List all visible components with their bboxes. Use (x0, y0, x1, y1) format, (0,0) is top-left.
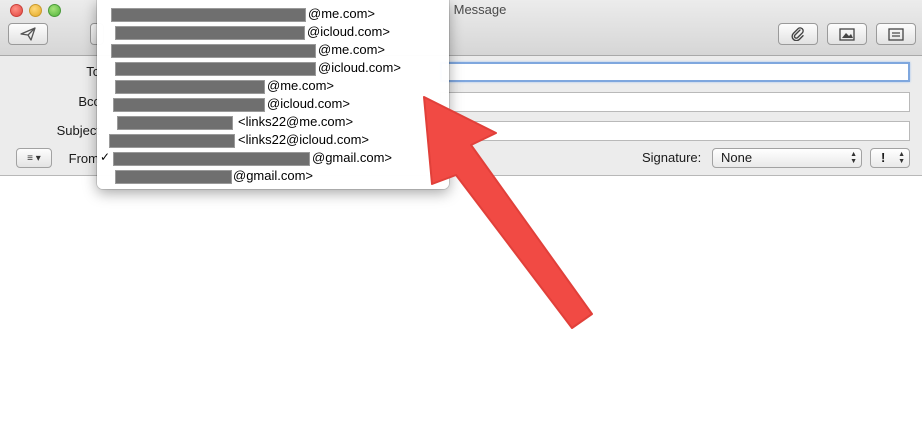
stepper-arrows-icon: ▲ ▼ (850, 151, 857, 165)
photo-browser-icon (839, 27, 855, 41)
bcc-field[interactable] (440, 92, 910, 112)
close-window-button[interactable] (10, 4, 23, 17)
redaction-block (115, 26, 305, 40)
redaction-block (111, 8, 306, 22)
redaction-block (111, 44, 316, 58)
from-menu-item[interactable]: @me.com> (97, 77, 449, 95)
from-menu-item[interactable]: @icloud.com> (97, 59, 449, 77)
paper-plane-icon (20, 27, 36, 41)
from-menu-item[interactable]: @icloud.com> (97, 95, 449, 113)
redaction-block (109, 134, 235, 148)
paperclip-icon (791, 27, 805, 41)
checkmark-icon: ✓ (100, 150, 111, 164)
send-button[interactable] (8, 23, 48, 45)
from-account-menu: @me.com> @icloud.com> @me.com> @icloud.c… (97, 0, 449, 189)
format-bar-icon (888, 27, 904, 41)
from-menu-item[interactable]: <links22@me.com> (97, 113, 449, 131)
redaction-block (115, 170, 232, 184)
signature-label: Signature: (642, 150, 702, 165)
bcc-label: Bcc (78, 94, 100, 109)
from-menu-item[interactable]: @me.com> (97, 41, 449, 59)
from-menu-item-selected[interactable]: ✓ @gmail.com> (97, 149, 449, 167)
from-menu-item[interactable]: @icloud.com> (97, 23, 449, 41)
from-menu-item[interactable]: @me.com> (97, 5, 449, 23)
header-fields-popup[interactable]: ≡ ▾ (16, 148, 52, 168)
signature-select[interactable]: None ▲ ▼ (712, 148, 862, 168)
priority-select[interactable]: ! ▲ ▼ (870, 148, 910, 168)
photo-browser-button[interactable] (827, 23, 867, 45)
minimize-window-button[interactable] (29, 4, 42, 17)
priority-value: ! (881, 150, 886, 165)
zoom-window-button[interactable] (48, 4, 61, 17)
redaction-block (113, 98, 265, 112)
redaction-block (115, 80, 265, 94)
subject-field[interactable] (440, 121, 910, 141)
message-body[interactable] (0, 177, 922, 448)
signature-value: None (721, 150, 753, 165)
to-label: To (86, 64, 100, 79)
redaction-block (115, 62, 316, 76)
attach-button[interactable] (778, 23, 818, 45)
from-label: From (68, 151, 99, 166)
from-menu-item[interactable]: <links22@icloud.com> (97, 131, 449, 149)
from-menu-item[interactable]: @gmail.com> (97, 167, 449, 185)
redaction-block (117, 116, 233, 130)
to-field[interactable] (440, 62, 910, 82)
stepper-arrows-icon: ▲ ▼ (898, 151, 905, 165)
redaction-block (113, 152, 310, 166)
subject-label: Subject (56, 123, 100, 138)
format-bar-button[interactable] (876, 23, 916, 45)
